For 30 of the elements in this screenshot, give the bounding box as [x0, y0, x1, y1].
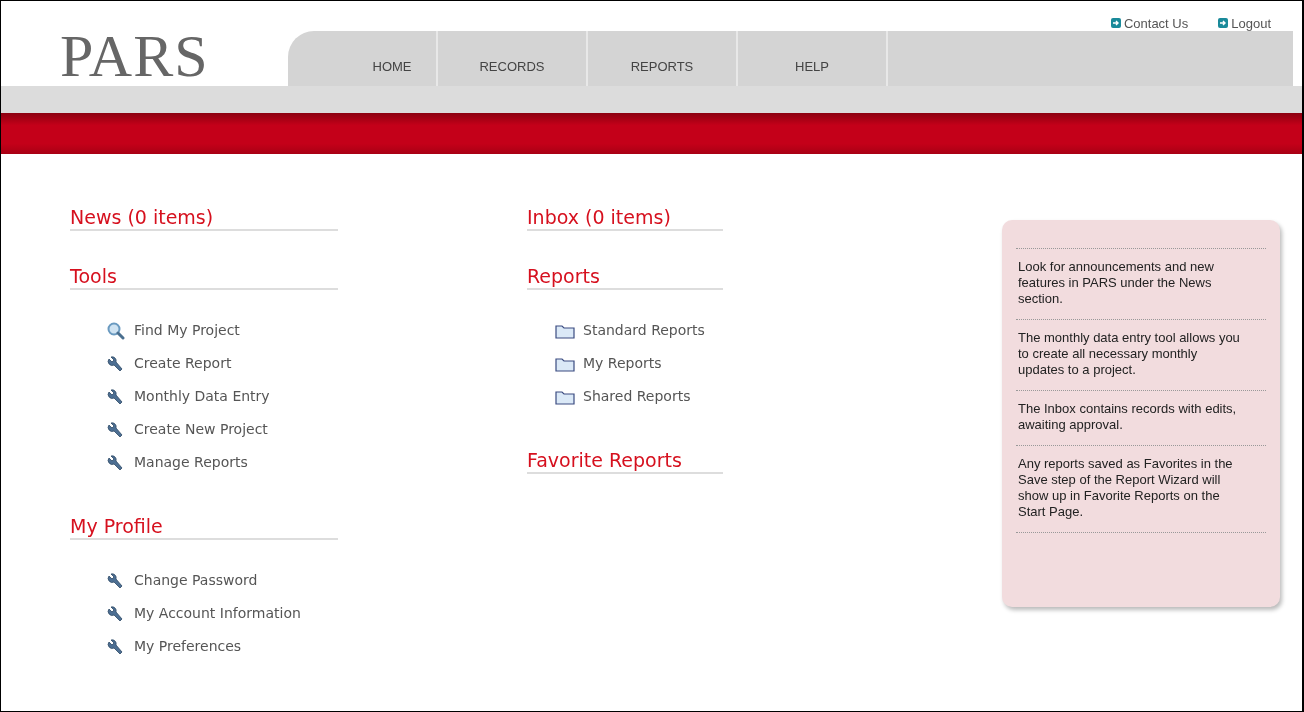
section-link[interactable]: Find My Project	[106, 320, 527, 341]
section-link[interactable]: Change Password	[106, 570, 527, 591]
folder-icon	[555, 322, 575, 339]
magnifier-icon	[106, 321, 126, 340]
section-link[interactable]: Manage Reports	[106, 452, 527, 473]
tip-text: The Inbox contains records with edits, awaiting approval.	[1016, 390, 1266, 445]
header-link[interactable]: Logout	[1218, 15, 1271, 31]
tip-text: Look for announcements and new features in PARS under the News section.	[1016, 248, 1266, 319]
section-link[interactable]: Shared Reports	[555, 386, 827, 407]
folder-icon	[555, 355, 575, 372]
section-link[interactable]: Standard Reports	[555, 320, 827, 341]
logo: PARS	[59, 25, 210, 86]
tip-text: Any reports saved as Favorites in the Save step of the Report Wizard will show up in Favorite Reports on the Start Page.	[1016, 445, 1266, 533]
folder-icon	[555, 388, 575, 405]
section-link[interactable]: Monthly Data Entry	[106, 386, 527, 407]
section-heading: Favorite Reports	[527, 449, 723, 474]
section-heading: Reports	[527, 265, 723, 290]
section-link[interactable]: Create Report	[106, 353, 527, 374]
section-link[interactable]: My Reports	[555, 353, 827, 374]
section-heading: Tools	[70, 265, 338, 290]
header-link[interactable]: Contact Us	[1110, 15, 1189, 31]
arrow-box-icon	[1218, 18, 1229, 28]
section-link[interactable]: My Preferences	[106, 636, 527, 657]
tip-text: The monthly data entry tool allows you to create all necessary monthly updates to a project.	[1016, 319, 1266, 390]
section-heading: News (0 items)	[70, 206, 338, 231]
section-link[interactable]: My Account Information	[106, 603, 527, 624]
section-link[interactable]: Create New Project	[106, 419, 527, 440]
arrow-box-icon	[1110, 18, 1121, 28]
section-heading: Inbox (0 items)	[527, 206, 723, 231]
section-heading: My Profile	[70, 515, 338, 540]
